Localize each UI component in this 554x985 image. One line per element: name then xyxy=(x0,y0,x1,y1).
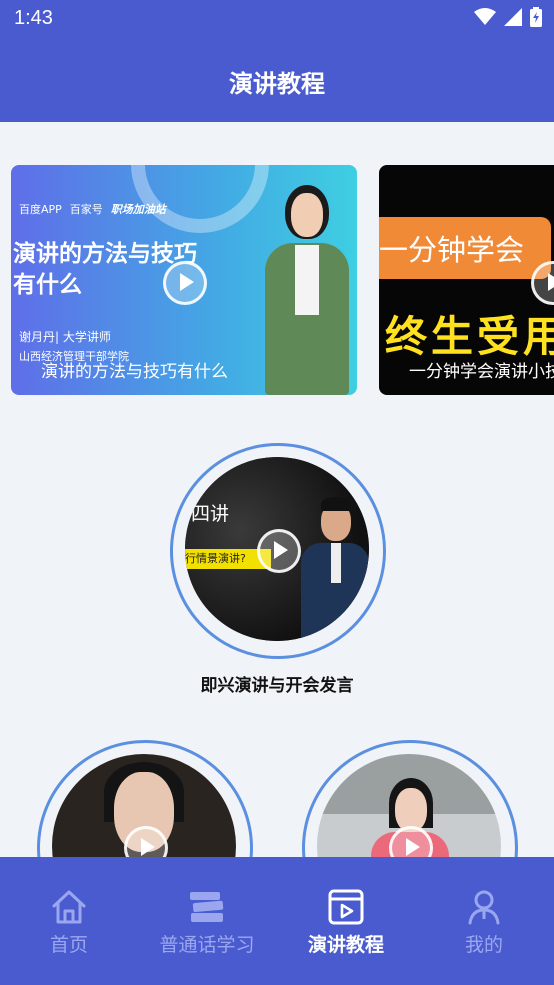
card-caption: 一分钟学会演讲小技巧 xyxy=(409,362,554,382)
home-icon xyxy=(52,890,86,924)
thumb-text: 四讲 xyxy=(191,503,230,525)
decor-ring xyxy=(131,165,269,233)
card-top-text: 一分钟学会 xyxy=(379,233,525,267)
app-bar: 演讲教程 xyxy=(0,38,554,122)
tab-mandarin[interactable]: 普通话学习 xyxy=(138,857,276,985)
featured-carousel[interactable]: 百度APP 百家号 职场加油站 演讲的方法与技巧有什么 谢月丹| 大学讲师 山西… xyxy=(0,165,554,397)
card-caption: 演讲的方法与技巧有什么 xyxy=(41,362,228,382)
video-icon xyxy=(328,889,364,925)
profile-icon xyxy=(468,890,500,925)
presenter-image xyxy=(301,497,369,641)
speaker-label: 谢月丹| 大学讲师 xyxy=(19,330,111,344)
page-title: 演讲教程 xyxy=(229,70,325,98)
course-thumbnail[interactable]: 四讲 行情景演讲? xyxy=(185,457,369,641)
wifi-icon xyxy=(474,8,496,25)
bottom-tab-bar: 首页 普通话学习 演讲教程 我的 xyxy=(0,857,554,985)
battery-icon xyxy=(530,7,542,27)
tab-home[interactable]: 首页 xyxy=(0,857,138,985)
tab-label: 演讲教程 xyxy=(307,934,384,956)
status-bar: 1:43 xyxy=(0,0,554,38)
brand-label: 百度APP xyxy=(19,203,62,216)
card-big-text: 终生受用 xyxy=(385,312,554,361)
featured-card[interactable]: 一分钟学会 终生受用 一分钟学会演讲小技巧 xyxy=(379,165,554,395)
tab-label: 普通话学习 xyxy=(159,934,255,956)
brand-label: 职场加油站 xyxy=(110,203,166,216)
brand-label: 百家号 xyxy=(69,203,103,216)
status-time: 1:43 xyxy=(14,7,53,29)
course-title[interactable]: 即兴演讲与开会发言 xyxy=(0,671,554,696)
presenter-image xyxy=(257,185,357,395)
tab-label: 我的 xyxy=(464,934,503,956)
play-icon[interactable] xyxy=(257,529,301,573)
signal-icon xyxy=(504,8,522,26)
tab-label: 首页 xyxy=(49,934,88,956)
play-icon[interactable] xyxy=(163,261,207,305)
books-icon xyxy=(190,892,224,922)
featured-card[interactable]: 百度APP 百家号 职场加油站 演讲的方法与技巧有什么 谢月丹| 大学讲师 山西… xyxy=(11,165,357,395)
tab-speech[interactable]: 演讲教程 xyxy=(277,857,415,985)
tab-mine[interactable]: 我的 xyxy=(415,857,553,985)
